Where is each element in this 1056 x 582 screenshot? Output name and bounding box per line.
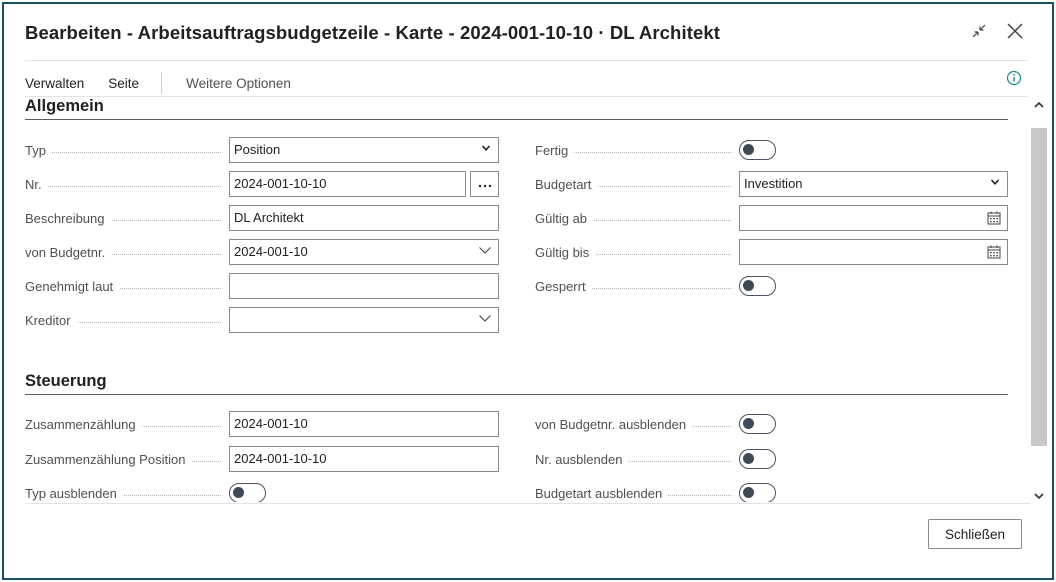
zusammenzaehlung-value: 2024-001-10 [234,416,308,431]
scrollbar-thumb[interactable] [1031,128,1047,446]
genehmigt-laut-input[interactable] [229,273,499,299]
zusammenzaehlung-position-input[interactable]: 2024-001-10-10 [229,446,499,472]
zusammenzaehlung-position-value: 2024-001-10-10 [234,451,327,466]
toggle-knob [743,453,754,464]
action-page[interactable]: Seite [108,76,139,91]
scroll-up-icon[interactable] [1032,98,1046,117]
action-manage[interactable]: Verwalten [25,76,84,91]
scroll-down-icon[interactable] [1032,489,1046,508]
von-budgetnr-value: 2024-001-10 [234,244,308,259]
label-beschreibung: Beschreibung [25,211,221,226]
chevron-down-icon [478,312,492,327]
action-more-options[interactable]: Weitere Optionen [186,76,291,91]
label-zusammenzaehlung-position: Zusammenzählung Position [25,452,221,467]
chevron-down-icon [478,244,492,259]
budgetart-ausblenden-toggle[interactable] [739,483,776,502]
beschreibung-input[interactable]: DL Architekt [229,205,499,231]
form-content: Allgemein Typ Position Nr. 2024-001-10-1… [0,97,1030,502]
section-rule-general [25,119,1008,120]
toggle-knob [743,144,754,155]
ellipsis-icon [477,175,493,193]
budgetart-value: Investition [744,176,803,191]
section-title-general: Allgemein [25,97,104,115]
footer-divider [25,503,1030,504]
toggle-knob [743,418,754,429]
close-icon[interactable] [1004,20,1026,42]
label-gesperrt: Gesperrt [535,279,731,294]
calendar-icon[interactable] [987,211,1001,228]
label-von-budgetnr: von Budgetnr. [25,245,221,260]
info-icon[interactable] [1006,70,1022,91]
section-rule-control [25,394,1008,395]
fertig-toggle[interactable] [739,140,776,160]
label-genehmigt-laut: Genehmigt laut [25,279,221,294]
label-budgetart: Budgetart [535,177,731,192]
gueltig-bis-date[interactable] [739,239,1008,265]
calendar-icon[interactable] [987,245,1001,262]
toggle-knob [743,487,754,498]
typ-select[interactable]: Position [229,137,499,163]
kreditor-lookup[interactable] [229,307,499,333]
label-fertig: Fertig [535,143,731,158]
gesperrt-toggle[interactable] [739,276,776,296]
section-title-control: Steuerung [25,372,107,390]
budgetart-select[interactable]: Investition [739,171,1008,197]
nr-lookup-button[interactable] [470,171,499,197]
nr-ausblenden-toggle[interactable] [739,449,776,469]
action-bar: Verwalten Seite Weitere Optionen [25,72,315,94]
von-budgetnr-ausblenden-toggle[interactable] [739,414,776,434]
close-button[interactable]: Schließen [928,519,1022,549]
label-typ-ausblenden: Typ ausblenden [25,486,221,501]
von-budgetnr-lookup[interactable]: 2024-001-10 [229,239,499,265]
nr-value: 2024-001-10-10 [234,176,327,191]
label-gueltig-bis: Gültig bis [535,245,731,260]
dialog-title: Bearbeiten - Arbeitsauftragsbudgetzeile … [25,22,721,43]
gueltig-ab-date[interactable] [739,205,1008,231]
label-kreditor: Kreditor [25,313,221,328]
toggle-knob [743,280,754,291]
collapse-icon[interactable] [968,20,990,42]
label-typ: Typ [25,143,221,158]
action-separator [161,72,163,94]
label-nr-ausblenden: Nr. ausblenden [535,452,731,467]
toggle-knob [233,487,244,498]
nr-input[interactable]: 2024-001-10-10 [229,171,466,197]
label-zusammenzaehlung: Zusammenzählung [25,417,221,432]
typ-ausblenden-toggle[interactable] [229,483,266,502]
chevron-down-icon [989,176,1001,191]
chevron-down-icon [480,142,492,157]
label-von-budgetnr-ausblenden: von Budgetnr. ausblenden [535,417,731,432]
typ-value: Position [234,142,281,157]
title-divider [25,60,1028,61]
beschreibung-value: DL Architekt [234,210,304,225]
title-icons [968,20,1026,42]
zusammenzaehlung-input[interactable]: 2024-001-10 [229,411,499,437]
label-budgetart-ausblenden: Budgetart ausblenden [535,486,731,501]
label-gueltig-ab: Gültig ab [535,211,731,226]
label-nr: Nr. [25,177,221,192]
